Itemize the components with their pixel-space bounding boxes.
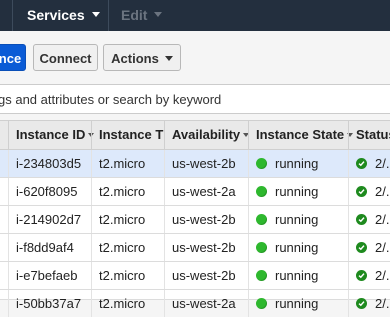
instance-id-cell: i-50bb37a7 bbox=[8, 290, 91, 317]
chevron-down-icon bbox=[91, 11, 100, 17]
status-check-label: 2/. bbox=[375, 240, 390, 255]
instance-state-label: running bbox=[275, 212, 319, 227]
status-check-label: 2/. bbox=[375, 156, 390, 171]
instances-toolbar: nce Connect Actions bbox=[0, 31, 390, 81]
status-check-icon bbox=[356, 158, 367, 170]
status-check-icon bbox=[356, 270, 367, 282]
running-status-dot-icon bbox=[256, 214, 267, 226]
edit-menu-label: Edit bbox=[121, 7, 148, 23]
services-menu-label: Services bbox=[27, 7, 85, 23]
nav-divider bbox=[108, 0, 109, 31]
table-header-row: Instance ID Instance T Availability Inst… bbox=[0, 120, 390, 150]
availability-zone-cell: us-west-2a bbox=[164, 290, 248, 317]
instance-type-cell: t2.micro bbox=[91, 178, 164, 205]
instance-state-label: running bbox=[275, 268, 319, 283]
actions-label: Actions bbox=[111, 51, 159, 66]
instance-type-cell: t2.micro bbox=[91, 262, 164, 289]
instance-state-cell: running bbox=[248, 178, 348, 205]
instance-id-cell: i-e7befaeb bbox=[8, 262, 91, 289]
search-filter-placeholder: gs and attributes or search by keyword bbox=[0, 92, 222, 107]
column-header-availability-zone[interactable]: Availability bbox=[164, 121, 250, 149]
column-header-label: Instance T bbox=[99, 127, 164, 142]
running-status-dot-icon bbox=[256, 242, 267, 254]
column-header-label: Instance State bbox=[256, 127, 345, 142]
instance-state-cell: running bbox=[248, 290, 348, 317]
column-header-status-checks[interactable]: Status bbox=[348, 121, 390, 149]
connect-label: Connect bbox=[39, 51, 92, 66]
running-status-dot-icon bbox=[256, 158, 267, 170]
table-row[interactable]: i-620f8095 t2.micro us-west-2a running 2… bbox=[0, 178, 390, 206]
running-status-dot-icon bbox=[256, 186, 267, 198]
instance-id-cell: i-f8dd9af4 bbox=[8, 234, 91, 261]
status-check-icon bbox=[356, 214, 367, 226]
search-filter-input[interactable]: gs and attributes or search by keyword bbox=[0, 84, 390, 114]
status-check-label: 2/. bbox=[375, 184, 390, 199]
top-navigation-bar: Services Edit bbox=[0, 0, 390, 31]
instance-type-cell: t2.micro bbox=[91, 234, 164, 261]
status-check-cell: 2/. bbox=[348, 290, 390, 317]
table-row[interactable]: i-f8dd9af4 t2.micro us-west-2b running 2… bbox=[0, 234, 390, 262]
status-check-label: 2/. bbox=[375, 212, 390, 227]
instance-state-label: running bbox=[275, 296, 319, 311]
availability-zone-cell: us-west-2b bbox=[164, 262, 248, 289]
status-check-cell: 2/. bbox=[348, 262, 390, 289]
table-row[interactable]: i-50bb37a7 t2.micro us-west-2a running 2… bbox=[0, 290, 390, 317]
status-check-cell: 2/. bbox=[348, 178, 390, 205]
table-row[interactable]: i-214902d7 t2.micro us-west-2b running 2… bbox=[0, 206, 390, 234]
availability-zone-cell: us-west-2b bbox=[164, 234, 248, 261]
availability-zone-cell: us-west-2b bbox=[164, 206, 248, 233]
running-status-dot-icon bbox=[256, 270, 267, 282]
status-check-cell: 2/. bbox=[348, 206, 390, 233]
column-header-instance-type[interactable]: Instance T bbox=[91, 121, 164, 149]
connect-button[interactable]: Connect bbox=[33, 44, 98, 71]
status-check-icon bbox=[356, 186, 367, 198]
select-column-header[interactable] bbox=[0, 121, 8, 149]
status-check-icon bbox=[356, 242, 367, 254]
chevron-down-icon bbox=[164, 56, 173, 62]
chevron-down-icon bbox=[154, 11, 163, 17]
instance-id-cell: i-234803d5 bbox=[8, 150, 91, 177]
services-menu[interactable]: Services bbox=[27, 7, 100, 23]
availability-zone-cell: us-west-2a bbox=[164, 178, 248, 205]
instance-state-cell: running bbox=[248, 206, 348, 233]
availability-zone-cell: us-west-2b bbox=[164, 150, 248, 177]
column-header-label: Availability bbox=[172, 127, 241, 142]
launch-instance-label: nce bbox=[0, 51, 22, 66]
nav-divider bbox=[12, 0, 13, 31]
edit-menu[interactable]: Edit bbox=[121, 7, 163, 23]
status-check-cell: 2/. bbox=[348, 150, 390, 177]
column-header-label: Instance ID bbox=[16, 127, 86, 142]
launch-instance-button[interactable]: nce bbox=[0, 44, 26, 71]
instance-id-cell: i-620f8095 bbox=[8, 178, 91, 205]
instance-type-cell: t2.micro bbox=[91, 290, 164, 317]
status-check-cell: 2/. bbox=[348, 234, 390, 261]
table-row[interactable]: i-234803d5 t2.micro us-west-2b running 2… bbox=[0, 150, 390, 178]
instance-state-label: running bbox=[275, 184, 319, 199]
instance-state-cell: running bbox=[248, 150, 348, 177]
instance-state-label: running bbox=[275, 156, 319, 171]
instance-state-cell: running bbox=[248, 234, 348, 261]
status-check-label: 2/. bbox=[375, 268, 390, 283]
column-header-instance-state[interactable]: Instance State bbox=[248, 121, 354, 149]
status-check-label: 2/. bbox=[375, 296, 390, 311]
instance-type-cell: t2.micro bbox=[91, 150, 164, 177]
instance-state-cell: running bbox=[248, 262, 348, 289]
column-header-label: Status bbox=[356, 127, 390, 142]
table-row[interactable]: i-e7befaeb t2.micro us-west-2b running 2… bbox=[0, 262, 390, 290]
column-header-instance-id[interactable]: Instance ID bbox=[8, 121, 95, 149]
actions-dropdown-button[interactable]: Actions bbox=[103, 44, 181, 71]
instance-id-cell: i-214902d7 bbox=[8, 206, 91, 233]
instance-state-label: running bbox=[275, 240, 319, 255]
instance-type-cell: t2.micro bbox=[91, 206, 164, 233]
